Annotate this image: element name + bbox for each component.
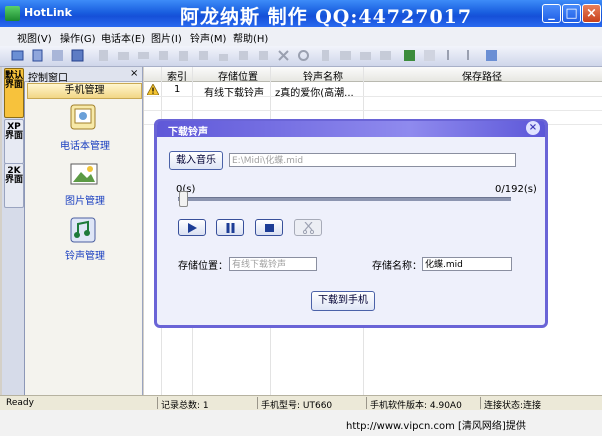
cut-button[interactable] bbox=[294, 219, 322, 236]
tab-default-skin[interactable]: 默认界面 bbox=[4, 68, 24, 118]
transfer-icon[interactable] bbox=[484, 48, 499, 63]
phone-icon[interactable] bbox=[318, 48, 333, 63]
ring-icon[interactable] bbox=[422, 48, 437, 63]
camera-icon[interactable] bbox=[358, 48, 373, 63]
stop-icon bbox=[265, 224, 274, 232]
minimize-button[interactable]: _ bbox=[542, 4, 561, 23]
watermark-text: http://www.vipcn.com [清风网络]提供 bbox=[346, 421, 526, 432]
window-title: HotLink bbox=[24, 6, 72, 19]
dialog-close-button[interactable]: × bbox=[526, 121, 540, 135]
menu-view[interactable]: 视图(V) bbox=[17, 30, 52, 45]
warning-icon bbox=[147, 84, 159, 95]
name-field[interactable]: 化蝶.mid bbox=[422, 257, 512, 271]
play-button[interactable] bbox=[178, 219, 206, 236]
menu-phonebook[interactable]: 电话本(E) bbox=[101, 30, 145, 45]
cell-name: z真的爱你(高潮... bbox=[275, 88, 354, 99]
phonebook-tool-icon[interactable] bbox=[30, 48, 45, 63]
connect-icon[interactable] bbox=[10, 48, 25, 63]
close-button[interactable]: × bbox=[582, 4, 601, 23]
location-label: 存储位置： bbox=[178, 261, 228, 272]
playback-slider[interactable] bbox=[178, 197, 511, 201]
status-ready: Ready bbox=[6, 398, 34, 408]
dialog-title: 下载铃声 bbox=[168, 127, 208, 138]
save-icon[interactable] bbox=[70, 48, 85, 63]
tab-xp-skin[interactable]: XP界面 bbox=[4, 119, 24, 164]
phonebook-icon[interactable] bbox=[68, 102, 100, 134]
menu-bar: 视图(V) 操作(G) 电话本(E) 图片(I) 铃声(M) 帮助(H) bbox=[0, 27, 602, 47]
menu-operation[interactable]: 操作(G) bbox=[60, 30, 96, 45]
nav-phonebook-label[interactable]: 电话本管理 bbox=[30, 137, 140, 152]
col-index[interactable]: 索引 bbox=[164, 68, 190, 83]
nav-picture-label[interactable]: 图片管理 bbox=[30, 192, 140, 207]
load-music-button[interactable]: 载入音乐 bbox=[169, 151, 223, 170]
list-icon[interactable] bbox=[236, 48, 251, 63]
dialog-title-bar bbox=[157, 121, 545, 137]
panel-title: 控制窗口 bbox=[28, 73, 68, 84]
cell-location: 有线下载铃声 bbox=[204, 88, 264, 99]
picture-tool-icon[interactable] bbox=[338, 48, 353, 63]
note-icon[interactable] bbox=[462, 48, 477, 63]
menu-picture[interactable]: 图片(I) bbox=[151, 30, 182, 45]
download-to-phone-button[interactable]: 下载到手机 bbox=[311, 291, 375, 311]
panel-close-button[interactable]: × bbox=[130, 68, 138, 79]
pause-button[interactable] bbox=[216, 219, 244, 236]
ringtone-icon[interactable] bbox=[68, 214, 100, 246]
table-header: 索引 存储位置 铃声名称 保存路径 bbox=[144, 67, 602, 83]
refresh-icon[interactable] bbox=[296, 48, 311, 63]
upload-icon[interactable] bbox=[402, 48, 417, 63]
location-field[interactable]: 有线下载铃声 bbox=[229, 257, 317, 271]
col-name[interactable]: 铃声名称 bbox=[284, 68, 362, 83]
cut-icon[interactable] bbox=[256, 48, 271, 63]
picture-icon[interactable] bbox=[68, 158, 100, 190]
new-icon[interactable] bbox=[96, 48, 111, 63]
stop-button[interactable] bbox=[255, 219, 283, 236]
image-icon[interactable] bbox=[378, 48, 393, 63]
paste-icon[interactable] bbox=[176, 48, 191, 63]
menu-help[interactable]: 帮助(H) bbox=[233, 30, 268, 45]
toolbar bbox=[0, 46, 602, 67]
cell-index: 1 bbox=[174, 84, 181, 95]
open-icon[interactable] bbox=[116, 48, 131, 63]
col-location[interactable]: 存储位置 bbox=[196, 68, 280, 83]
play-icon bbox=[188, 223, 197, 233]
music-icon[interactable] bbox=[442, 48, 457, 63]
banner-text: 阿龙纳斯 制作 QQ:44727017 bbox=[180, 6, 473, 28]
file-path-field[interactable]: E:\Midi\化蝶.mid bbox=[229, 153, 516, 167]
pause-icon bbox=[226, 223, 235, 233]
panel-subheader: 手机管理 bbox=[27, 83, 142, 99]
menu-ringtone[interactable]: 铃声(M) bbox=[190, 30, 226, 45]
lock-icon[interactable] bbox=[216, 48, 231, 63]
delete-icon[interactable] bbox=[276, 48, 291, 63]
scissors-icon bbox=[303, 222, 314, 234]
time-total: 0/192(s) bbox=[495, 184, 537, 195]
skin-tabs: 默认界面 XP界面 2K界面 bbox=[2, 67, 25, 395]
tab-2k-skin[interactable]: 2K界面 bbox=[4, 163, 24, 208]
maximize-button[interactable]: □ bbox=[562, 4, 581, 23]
slider-thumb[interactable] bbox=[179, 191, 188, 207]
print-icon[interactable] bbox=[136, 48, 151, 63]
col-path[interactable]: 保存路径 bbox=[366, 68, 598, 83]
grid-icon[interactable] bbox=[50, 48, 65, 63]
edit-icon[interactable] bbox=[196, 48, 211, 63]
app-icon[interactable] bbox=[5, 6, 20, 21]
nav-ringtone-label[interactable]: 铃声管理 bbox=[30, 247, 140, 262]
name-label: 存储名称： bbox=[372, 261, 422, 272]
copy-icon[interactable] bbox=[156, 48, 171, 63]
